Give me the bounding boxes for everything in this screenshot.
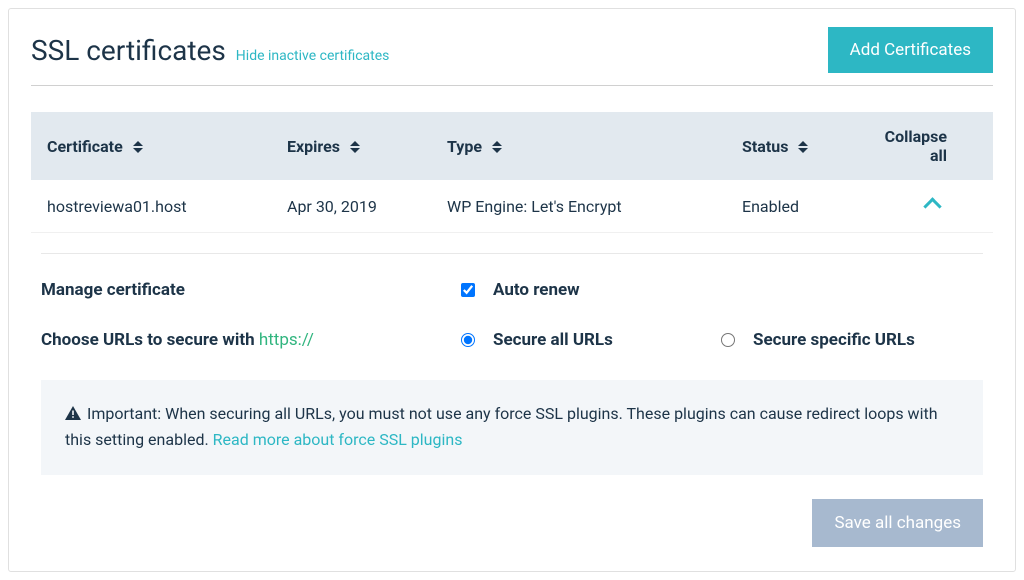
sort-icon <box>492 141 502 153</box>
choose-urls-row: Choose URLs to secure with https:// Secu… <box>41 330 983 350</box>
https-text: https:// <box>259 330 314 350</box>
header-status-label: Status <box>742 137 788 156</box>
header-certificate-label: Certificate <box>47 137 123 156</box>
collapse-all-button[interactable]: Collapse all <box>877 127 977 165</box>
save-all-changes-button[interactable]: Save all changes <box>812 499 983 547</box>
secure-all-control: Secure all URLs <box>461 330 721 350</box>
secure-all-label: Secure all URLs <box>493 330 613 350</box>
table-row: hostreviewa01.host Apr 30, 2019 WP Engin… <box>31 180 993 233</box>
secure-specific-label: Secure specific URLs <box>753 330 915 350</box>
auto-renew-checkbox[interactable] <box>461 283 475 297</box>
warning-icon <box>65 403 81 428</box>
read-more-link[interactable]: Read more about force SSL plugins <box>213 430 463 449</box>
auto-renew-control: Auto renew <box>461 280 580 300</box>
add-certificates-button[interactable]: Add Certificates <box>828 27 993 73</box>
info-important-prefix: Important: <box>87 404 165 423</box>
info-body-text: When securing all URLs, you must not use… <box>65 404 938 449</box>
cell-expires: Apr 30, 2019 <box>287 197 447 216</box>
header-status[interactable]: Status <box>742 137 877 156</box>
chevron-up-icon <box>923 197 941 215</box>
hide-inactive-link[interactable]: Hide inactive certificates <box>236 48 390 64</box>
auto-renew-label: Auto renew <box>493 280 580 300</box>
header-certificate[interactable]: Certificate <box>47 137 287 156</box>
sort-icon <box>798 141 808 153</box>
page-title: SSL certificates <box>31 34 226 67</box>
panel-header: SSL certificates Hide inactive certifica… <box>31 27 993 86</box>
choose-urls-prefix: Choose URLs to secure with <box>41 330 259 350</box>
header-type-label: Type <box>447 137 482 156</box>
collapse-all-label: Collapse all <box>885 127 947 165</box>
manage-certificate-label: Manage certificate <box>41 280 461 300</box>
collapse-row-button[interactable] <box>877 195 977 217</box>
sort-icon <box>133 141 143 153</box>
ssl-certificates-panel: SSL certificates Hide inactive certifica… <box>8 8 1016 572</box>
save-row: Save all changes <box>41 499 983 547</box>
cell-certificate: hostreviewa01.host <box>47 197 287 216</box>
cell-status: Enabled <box>742 197 877 216</box>
cell-type: WP Engine: Let's Encrypt <box>447 197 742 216</box>
header-type[interactable]: Type <box>447 137 742 156</box>
secure-all-radio[interactable] <box>461 333 475 347</box>
certificates-table-header: Certificate Expires Type Status Collapse… <box>31 112 993 180</box>
secure-specific-control: Secure specific URLs <box>721 330 915 350</box>
choose-urls-label: Choose URLs to secure with https:// <box>41 330 461 350</box>
certificate-details: Manage certificate Auto renew Choose URL… <box>31 253 993 547</box>
info-box: Important: When securing all URLs, you m… <box>41 380 983 475</box>
sort-icon <box>350 141 360 153</box>
header-expires-label: Expires <box>287 137 340 156</box>
secure-specific-radio[interactable] <box>721 333 735 347</box>
header-expires[interactable]: Expires <box>287 137 447 156</box>
title-group: SSL certificates Hide inactive certifica… <box>31 34 389 67</box>
divider <box>41 253 983 254</box>
manage-certificate-row: Manage certificate Auto renew <box>41 280 983 300</box>
